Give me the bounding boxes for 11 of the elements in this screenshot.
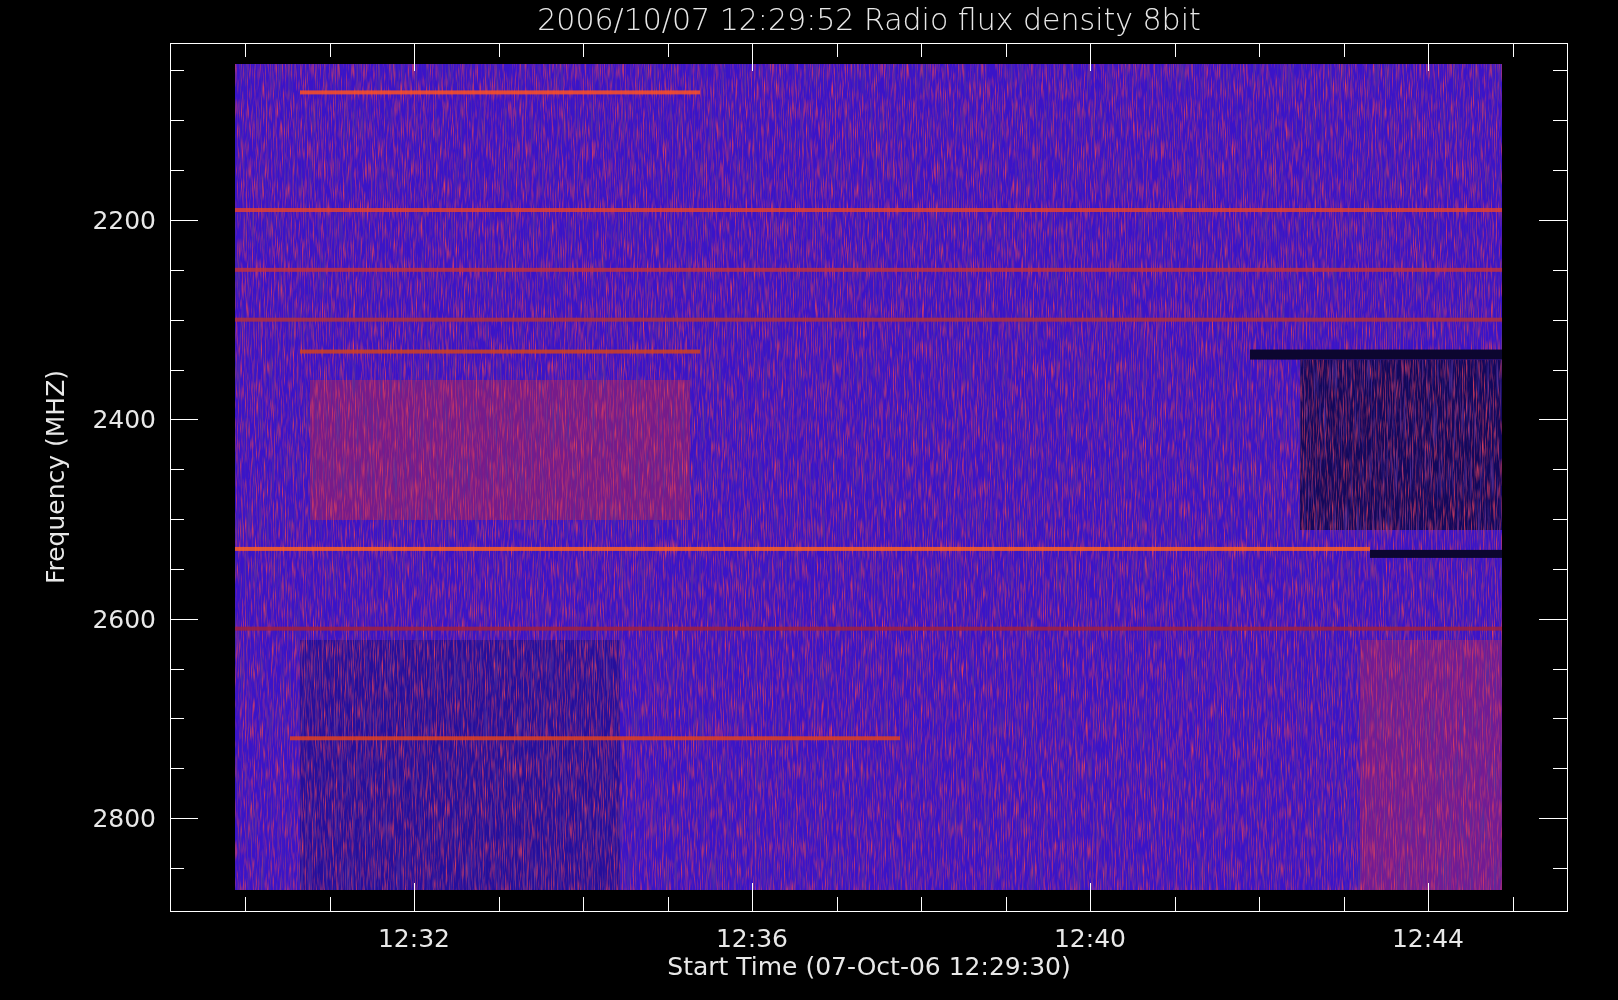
tick-label: 12:44	[1392, 924, 1464, 953]
tick-label: 2400	[92, 405, 156, 435]
tick-label: 12:36	[716, 924, 788, 953]
tick-label: 12:32	[378, 924, 450, 953]
tick-label: 2600	[92, 604, 156, 634]
x-axis-label: Start Time (07-Oct-06 12:29:30)	[667, 952, 1071, 981]
y-axis-label: Frequency (MHZ)	[41, 369, 70, 585]
tick-label: 2800	[92, 804, 156, 833]
tick-label: 12:40	[1054, 924, 1126, 953]
chart-title: 2006/10/07 12:29:52 Radio flux density 8bit	[537, 2, 1201, 37]
tick-label: 2200	[92, 206, 156, 235]
